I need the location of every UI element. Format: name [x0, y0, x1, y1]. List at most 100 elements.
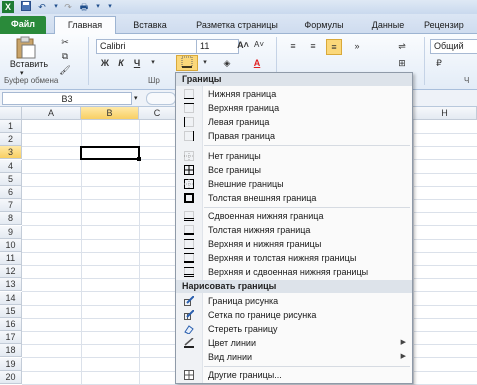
- menu-item-outside-borders[interactable]: Внешние границы: [176, 177, 412, 191]
- paste-button[interactable]: Вставить: [6, 59, 52, 69]
- menu-item-top-double-bottom-border[interactable]: Верхняя и сдвоенная нижняя границы: [176, 265, 412, 279]
- row-header[interactable]: 14: [0, 291, 22, 305]
- column-header[interactable]: A: [22, 107, 81, 120]
- cut-icon[interactable]: ✂: [58, 35, 72, 49]
- tab-formulas[interactable]: Формулы: [298, 17, 350, 34]
- excel-logo-icon: X: [2, 1, 14, 13]
- row-header[interactable]: 4: [0, 159, 22, 173]
- menu-item-thick-box-border[interactable]: Толстая внешняя граница: [176, 191, 412, 205]
- menu-item-erase-border[interactable]: Стереть границу: [176, 322, 412, 336]
- select-all-corner[interactable]: [0, 107, 22, 120]
- column-header-selected[interactable]: B: [81, 107, 139, 120]
- align-top-icon[interactable]: ≡: [286, 39, 300, 53]
- top-double-bottom-border-icon: [184, 267, 194, 277]
- row-header[interactable]: 16: [0, 318, 22, 331]
- formula-bar-resize-handle[interactable]: [146, 92, 176, 105]
- row-header[interactable]: 6: [0, 186, 22, 199]
- column-header[interactable]: H: [413, 107, 477, 120]
- menu-item-top-bottom-border[interactable]: Верхняя и нижняя границы: [176, 237, 412, 251]
- undo-icon[interactable]: ↶: [36, 1, 48, 13]
- align-middle-icon[interactable]: ≡: [306, 39, 320, 53]
- row-header[interactable]: 11: [0, 252, 22, 265]
- merge-center-icon[interactable]: ⊞: [395, 56, 409, 70]
- tab-home[interactable]: Главная: [54, 16, 116, 35]
- borders-button[interactable]: [176, 55, 198, 71]
- menu-item-all-borders[interactable]: Все границы: [176, 163, 412, 177]
- wrap-text-icon[interactable]: ⇌: [395, 39, 409, 53]
- currency-format-icon[interactable]: ₽: [432, 56, 446, 70]
- menu-separator: [204, 207, 410, 208]
- tab-file[interactable]: Файл: [0, 16, 46, 34]
- row-header[interactable]: 15: [0, 304, 22, 318]
- row-header[interactable]: 8: [0, 212, 22, 226]
- column-header[interactable]: C: [139, 107, 176, 120]
- menu-item-draw-border-grid[interactable]: Сетка по границе рисунка: [176, 308, 412, 322]
- draw-border-icon: [184, 295, 195, 306]
- menu-item-left-border[interactable]: Левая граница: [176, 115, 412, 129]
- fill-handle[interactable]: [137, 157, 141, 161]
- undo-dropdown-icon[interactable]: ▾: [50, 1, 62, 13]
- font-size-select[interactable]: 11: [196, 39, 239, 54]
- underline-dropdown-icon[interactable]: ▾: [146, 56, 160, 70]
- name-box-dropdown-icon[interactable]: ▾: [134, 94, 138, 102]
- double-bottom-border-icon: [184, 211, 194, 221]
- name-box[interactable]: B3: [2, 92, 132, 105]
- align-bottom-icon[interactable]: ≡: [326, 39, 342, 55]
- bold-button[interactable]: Ж: [98, 56, 112, 70]
- active-cell[interactable]: [80, 146, 140, 160]
- row-header[interactable]: 9: [0, 225, 22, 239]
- italic-button[interactable]: К: [114, 56, 128, 70]
- redo-icon[interactable]: ↷: [62, 1, 74, 13]
- font-name-select[interactable]: Calibri: [96, 39, 197, 54]
- menu-item-bottom-border[interactable]: Нижняя граница: [176, 87, 412, 101]
- borders-dropdown-icon[interactable]: ▾: [198, 56, 212, 70]
- row-header[interactable]: 19: [0, 357, 22, 371]
- row-header[interactable]: 5: [0, 172, 22, 186]
- menu-item-top-border[interactable]: Верхняя граница: [176, 101, 412, 115]
- tab-data[interactable]: Данные: [362, 17, 414, 34]
- group-separator: [424, 37, 425, 85]
- row-header-selected[interactable]: 3: [0, 146, 22, 160]
- paste-icon[interactable]: [14, 36, 40, 60]
- tab-insert[interactable]: Вставка: [122, 17, 178, 34]
- shrink-font-icon[interactable]: A˅: [252, 38, 266, 52]
- menu-item-more-borders[interactable]: Другие границы...: [176, 368, 412, 382]
- row-header[interactable]: 7: [0, 199, 22, 213]
- quick-access-dropdown-icon[interactable]: ▾: [92, 1, 104, 13]
- row-header[interactable]: 13: [0, 278, 22, 292]
- tab-page-layout[interactable]: Разметка страницы: [184, 17, 290, 34]
- font-color-icon[interactable]: A: [250, 56, 264, 70]
- orientation-icon[interactable]: »: [350, 39, 364, 53]
- format-painter-icon[interactable]: 🖌: [58, 63, 72, 77]
- row-header[interactable]: 20: [0, 370, 22, 384]
- menu-item-line-color[interactable]: Цвет линии ▶: [176, 336, 412, 350]
- underline-button[interactable]: Ч: [130, 56, 144, 70]
- print-icon[interactable]: 🖶: [78, 1, 90, 13]
- row-header[interactable]: 1: [0, 120, 22, 133]
- group-separator: [88, 37, 89, 85]
- row-header[interactable]: 2: [0, 133, 22, 147]
- row-header[interactable]: 10: [0, 238, 22, 252]
- menu-item-right-border[interactable]: Правая граница: [176, 129, 412, 143]
- borders-dropdown-menu: Границы Нижняя граница Верхняя граница Л…: [175, 72, 413, 384]
- menu-item-draw-border[interactable]: Граница рисунка: [176, 294, 412, 308]
- fill-color-icon[interactable]: ◈: [220, 56, 234, 70]
- copy-icon[interactable]: ⧉: [58, 49, 72, 63]
- menu-item-no-border[interactable]: Нет границы: [176, 149, 412, 163]
- row-header[interactable]: 17: [0, 331, 22, 345]
- grow-font-icon[interactable]: A˄: [236, 38, 250, 52]
- menu-item-thick-bottom-border[interactable]: Толстая нижняя граница: [176, 223, 412, 237]
- row-header[interactable]: 12: [0, 265, 22, 279]
- number-format-select[interactable]: Общий: [430, 39, 477, 54]
- top-thick-bottom-border-icon: [184, 253, 194, 263]
- save-icon[interactable]: [20, 1, 32, 13]
- menu-item-line-style[interactable]: Вид линии ▶: [176, 350, 412, 364]
- menu-item-top-thick-bottom-border[interactable]: Верхняя и толстая нижняя границы: [176, 251, 412, 265]
- row-header[interactable]: 18: [0, 344, 22, 358]
- customize-toolbar-icon[interactable]: ▾: [104, 1, 116, 13]
- tab-review[interactable]: Рецензир: [424, 17, 477, 34]
- line-color-icon: [184, 337, 194, 348]
- clipboard-group-label: Буфер обмена: [4, 76, 59, 85]
- submenu-arrow-icon: ▶: [400, 353, 406, 360]
- menu-item-double-bottom-border[interactable]: Сдвоенная нижняя граница: [176, 209, 412, 223]
